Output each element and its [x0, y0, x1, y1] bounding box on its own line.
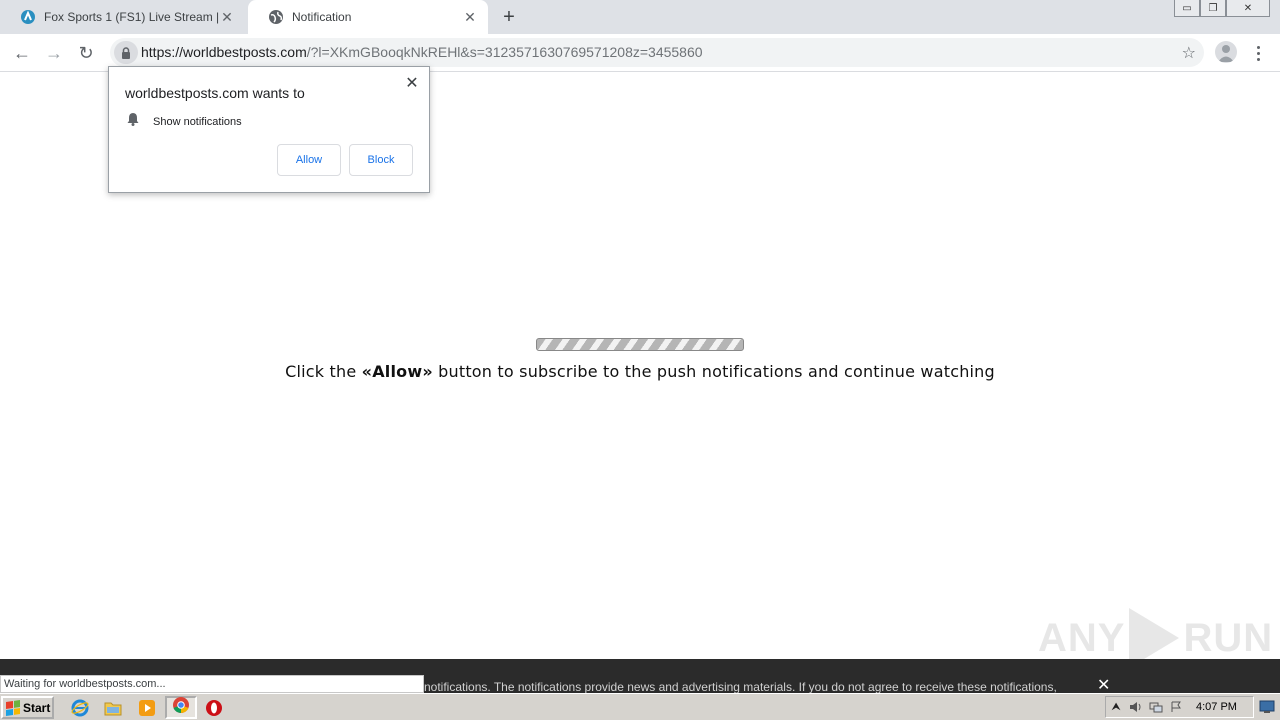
file-explorer-icon[interactable] — [103, 698, 123, 718]
tab-strip: Fox Sports 1 (FS1) Live Stream | 123 ✕ N… — [0, 0, 1280, 34]
clock[interactable]: 4:07 PM — [1196, 701, 1237, 713]
stream-site-icon — [20, 9, 36, 25]
url-text: https://worldbestposts.com/?l=XKmGBooqkN… — [141, 44, 703, 60]
loading-progress-bar — [536, 338, 744, 351]
status-bubble: Waiting for worldbestposts.com... — [0, 675, 424, 693]
close-icon[interactable]: ✕ — [1097, 675, 1110, 695]
back-button[interactable]: ← — [10, 41, 34, 65]
watermark-right: RUN — [1183, 615, 1274, 660]
reload-button[interactable]: ↻ — [74, 41, 98, 65]
tab-title: Notification — [292, 10, 352, 24]
profile-avatar-icon[interactable] — [1215, 41, 1237, 63]
start-label: Start — [23, 700, 51, 715]
lock-icon[interactable] — [114, 41, 138, 64]
system-tray: ⮝ 4:07 PM — [1105, 696, 1254, 718]
volume-icon[interactable] — [1126, 698, 1146, 716]
notice-text: notifications. The notifications provide… — [424, 680, 1057, 694]
message-allow-keyword: «Allow» — [361, 362, 433, 381]
start-button[interactable]: Start — [1, 696, 54, 719]
url-host: https://worldbestposts.com — [141, 44, 307, 60]
opera-icon[interactable] — [204, 698, 224, 718]
bookmark-star-icon[interactable]: ☆ — [1182, 43, 1196, 63]
allow-button[interactable]: Allow — [277, 144, 341, 176]
tab-notification[interactable]: Notification ✕ — [248, 0, 488, 34]
globe-icon — [268, 9, 284, 25]
internet-explorer-icon[interactable] — [70, 698, 90, 718]
show-desktop-icon[interactable] — [1258, 698, 1276, 716]
tab-fox-sports[interactable]: Fox Sports 1 (FS1) Live Stream | 123 ✕ — [0, 0, 245, 34]
network-icon[interactable] — [1146, 698, 1166, 716]
close-icon[interactable]: ✕ — [462, 9, 478, 25]
block-button[interactable]: Block — [349, 144, 413, 176]
bell-icon — [127, 112, 139, 131]
close-icon[interactable]: ✕ — [404, 75, 420, 92]
close-icon[interactable]: ✕ — [219, 9, 235, 25]
tab-title: Fox Sports 1 (FS1) Live Stream | 123 — [44, 10, 219, 24]
permission-label: Show notifications — [153, 115, 242, 128]
notification-permission-popup: worldbestposts.com wants to ✕ Show notif… — [108, 66, 430, 193]
chrome-icon — [172, 696, 190, 719]
permission-row: Show notifications — [127, 112, 242, 131]
kebab-menu-icon[interactable] — [1250, 41, 1266, 65]
tray-expand-icon[interactable]: ⮝ — [1106, 698, 1126, 716]
minimize-button[interactable]: ▭ — [1174, 0, 1200, 17]
message-start: Click the — [285, 362, 362, 381]
page-message: Click the «Allow» button to subscribe to… — [0, 362, 1280, 381]
window-close-button[interactable]: ✕ — [1226, 0, 1270, 17]
media-player-icon[interactable] — [137, 698, 157, 718]
message-end: button to subscribe to the push notifica… — [432, 362, 995, 381]
restore-button[interactable]: ❐ — [1200, 0, 1226, 17]
address-bar[interactable]: https://worldbestposts.com/?l=XKmGBooqkN… — [110, 38, 1204, 67]
action-center-flag-icon[interactable] — [1166, 698, 1186, 716]
new-tab-button[interactable]: + — [498, 6, 520, 28]
window-controls: ▭ ❐ ✕ — [1174, 0, 1270, 18]
popup-title: worldbestposts.com wants to — [125, 85, 305, 101]
forward-button[interactable]: → — [42, 41, 66, 65]
url-path: /?l=XKmGBooqkNkREHl&s=312357163076957120… — [306, 44, 703, 60]
watermark-left: ANY — [1038, 615, 1126, 660]
windows-logo-icon — [6, 699, 20, 716]
taskbar: Start ⮝ 4:07 PM — [0, 693, 1280, 720]
chrome-taskbar-button[interactable] — [165, 696, 197, 719]
